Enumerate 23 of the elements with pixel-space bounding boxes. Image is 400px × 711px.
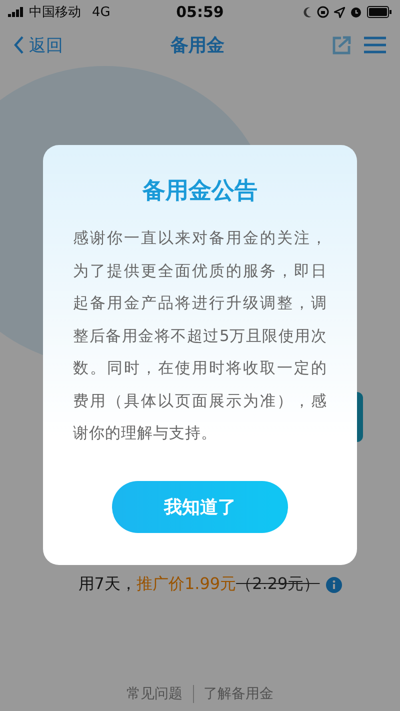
location-icon	[334, 6, 345, 18]
clock-time: 05:59	[176, 3, 224, 21]
promo-price: 推广价1.99元	[136, 574, 236, 595]
chevron-left-icon	[14, 36, 24, 54]
confirm-button[interactable]: 我知道了	[112, 481, 288, 533]
footer-link[interactable]: 了解备用金	[192, 685, 284, 703]
share-icon[interactable]	[332, 35, 352, 55]
battery-icon	[367, 6, 392, 18]
page-title: 备用金	[170, 34, 224, 57]
signal-icon	[8, 7, 24, 17]
dialog-message: 感谢你一直以来对备用金的关注，为了提供更全面优质的服务，即日起备用金产品将进行升级调整，调整后备用金将不超过5万且限使用次数。同时，在使用时将收取一定的费用（具体以页面展示为准），感谢你的理解与支持。	[73, 228, 327, 444]
footer-link[interactable]: 常见问题	[116, 685, 192, 703]
network-type: 4G	[92, 4, 110, 20]
original-price: （2.29元）	[236, 574, 320, 595]
back-button[interactable]: 返回	[14, 34, 63, 56]
moon-icon	[303, 6, 312, 18]
fee-text: 用7天，	[78, 574, 136, 595]
rotation-lock-icon	[317, 6, 329, 18]
alarm-icon	[350, 6, 362, 18]
carrier-name: 中国移动	[29, 4, 81, 21]
dialog-title: 备用金公告	[142, 177, 258, 206]
info-icon	[326, 576, 342, 592]
menu-icon[interactable]	[364, 36, 386, 54]
